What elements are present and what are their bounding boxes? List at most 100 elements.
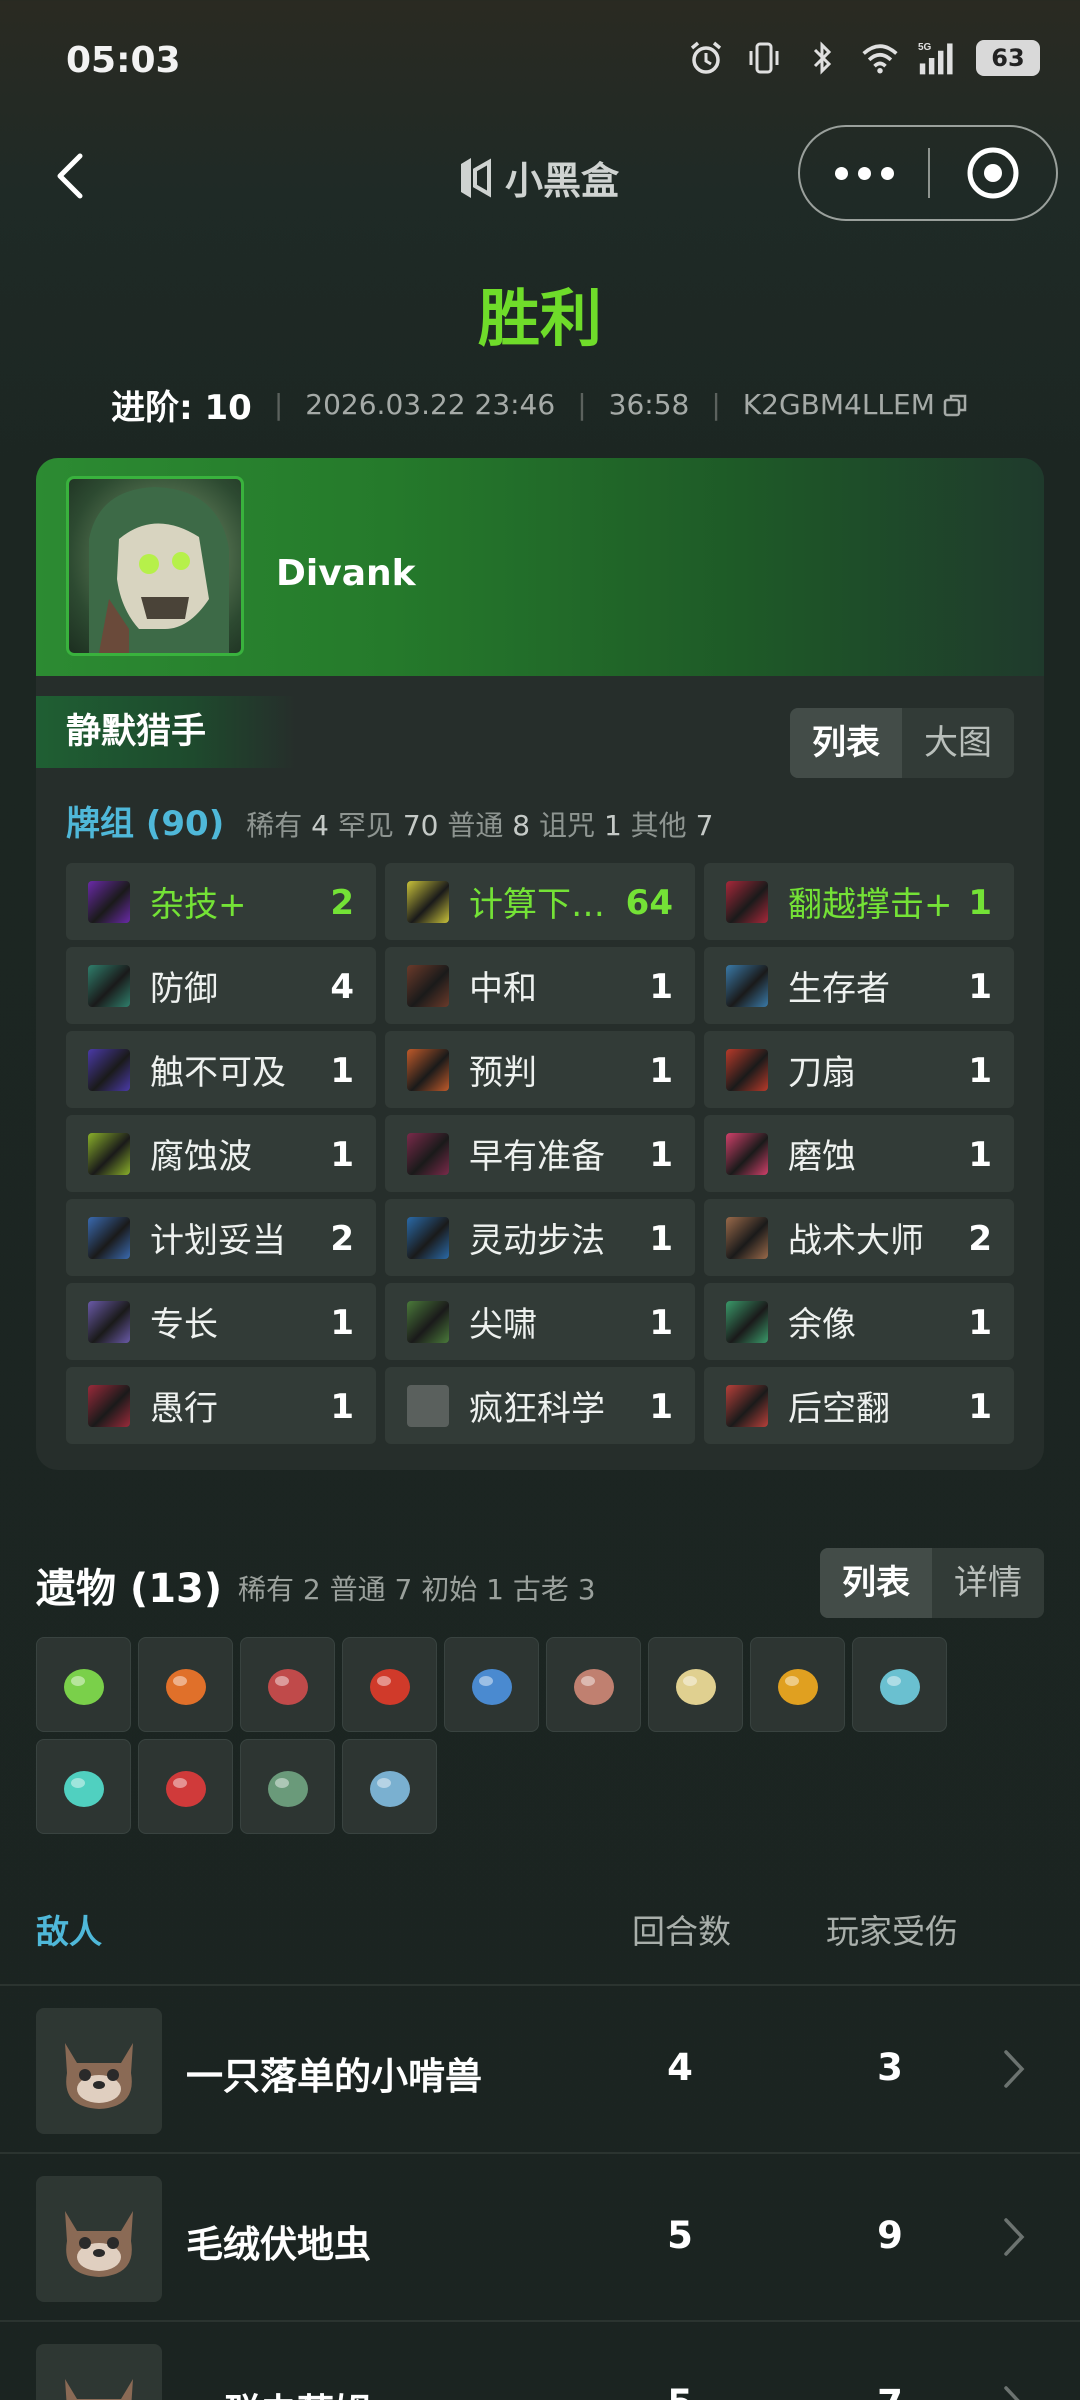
relic-slot[interactable] (546, 1637, 641, 1732)
card-count: 1 (968, 1387, 992, 1427)
deck-card-item[interactable]: 腐蚀波 1 (66, 1115, 376, 1192)
deck-card-item[interactable]: 触不可及 1 (66, 1031, 376, 1108)
match-datetime: 2026.03.22 23:46 (305, 388, 556, 421)
deck-card-item[interactable]: 灵动步法 1 (385, 1199, 695, 1276)
deck-card-item[interactable]: 生存者 1 (704, 947, 1014, 1024)
relic-slot[interactable] (36, 1739, 131, 1834)
card-art-icon (407, 1048, 449, 1091)
match-meta: 进阶: 10 | 2026.03.22 23:46 | 36:58 | K2GB… (0, 380, 1080, 429)
card-name: 灵动步法 (469, 1221, 605, 1261)
relic-slot[interactable] (444, 1637, 539, 1732)
jar-relic-icon (165, 1770, 206, 1807)
deck-card-item[interactable]: 计算下… 64 (385, 863, 695, 940)
card-art-icon (726, 1216, 768, 1259)
relics-view-toggle: 列表 详情 (820, 1548, 1044, 1618)
card-name: 计算下… (469, 885, 605, 925)
card-art-icon (88, 964, 130, 1007)
card-count: 1 (968, 967, 992, 1007)
card-name: 愚行 (150, 1389, 218, 1429)
card-art-icon (88, 1216, 130, 1259)
card-name: 战术大师 (788, 1221, 924, 1261)
copy-icon (943, 394, 967, 416)
card-count: 1 (968, 1135, 992, 1175)
enemy-avatar-icon (36, 2344, 162, 2400)
deck-card-item[interactable]: 防御 4 (66, 947, 376, 1024)
relic-slot[interactable] (240, 1637, 335, 1732)
heybox-logo-icon (461, 157, 491, 198)
scroll-relic-icon (369, 1770, 410, 1807)
card-art-icon (726, 1384, 768, 1427)
svg-text:5G: 5G (918, 42, 932, 53)
enemy-damage: 9 (877, 2214, 903, 2257)
relic-slot[interactable] (648, 1637, 743, 1732)
character-class: 静默猎手 (36, 696, 296, 768)
relic-slot[interactable] (852, 1637, 947, 1732)
list-view-button[interactable]: 列表 (790, 708, 902, 778)
gem-relic-icon (63, 1770, 104, 1807)
relic-slot[interactable] (342, 1637, 437, 1732)
relic-grid (36, 1637, 1046, 1834)
enemy-turns: 4 (667, 2046, 693, 2089)
deck-card-item[interactable]: 计划妥当 2 (66, 1199, 376, 1276)
deck-card-item[interactable]: 预判 1 (385, 1031, 695, 1108)
card-art-icon (726, 1048, 768, 1091)
card-art-icon (726, 964, 768, 1007)
deck-card-item[interactable]: 磨蚀 1 (704, 1115, 1014, 1192)
card-art-icon (726, 1132, 768, 1175)
relics-list-button[interactable]: 列表 (820, 1548, 932, 1618)
card-count: 1 (649, 1135, 673, 1175)
card-art-icon (88, 1384, 130, 1427)
teapot-relic-icon (267, 1770, 308, 1807)
deck-card-item[interactable]: 中和 1 (385, 947, 695, 1024)
close-miniprogram-button[interactable] (930, 145, 1056, 201)
card-name: 专长 (150, 1305, 218, 1345)
card-count: 1 (968, 1051, 992, 1091)
enemy-row[interactable]: 一群虫莓姆 5 7 (0, 2322, 1080, 2400)
relics-detail-button[interactable]: 详情 (932, 1548, 1044, 1618)
deck-card-item[interactable]: 尖啸 1 (385, 1283, 695, 1360)
enemy-name: 毛绒伏地虫 (186, 2223, 371, 2266)
status-bar: 05:03 5G 63 (0, 0, 1080, 120)
relic-slot[interactable] (240, 1739, 335, 1834)
deck-card-item[interactable]: 刀扇 1 (704, 1031, 1014, 1108)
card-count: 1 (330, 1135, 354, 1175)
deck-card-item[interactable]: 战术大师 2 (704, 1199, 1014, 1276)
match-seed[interactable]: K2GBM4LLEM (743, 388, 969, 421)
back-button[interactable] (40, 144, 104, 208)
deck-card-item[interactable]: 专长 1 (66, 1283, 376, 1360)
card-count: 1 (649, 1051, 673, 1091)
deck-panel: Divank 静默猎手 列表 大图 牌组 (90) 稀有 4 罕见 70 普通 … (36, 458, 1044, 1470)
enemy-avatar-icon (36, 2176, 162, 2302)
relic-slot[interactable] (138, 1637, 233, 1732)
enemy-avatar-icon (36, 2008, 162, 2134)
relic-slot[interactable] (342, 1739, 437, 1834)
relic-slot[interactable] (750, 1637, 845, 1732)
enemy-row[interactable]: 毛绒伏地虫 5 9 (0, 2154, 1080, 2322)
deck-card-item[interactable]: 愚行 1 (66, 1367, 376, 1444)
deck-view-toggle: 列表 大图 (790, 708, 1014, 778)
more-button[interactable] (800, 166, 928, 180)
card-count: 64 (625, 883, 673, 923)
deck-card-item[interactable]: 早有准备 1 (385, 1115, 695, 1192)
deck-card-item[interactable]: 疯狂科学 1 (385, 1367, 695, 1444)
relic-slot[interactable] (138, 1739, 233, 1834)
card-name: 预判 (469, 1053, 537, 1093)
ticket-relic-icon (879, 1668, 920, 1705)
enemy-row[interactable]: 一只落单的小啃兽 4 3 (0, 1986, 1080, 2154)
deck-card-item[interactable]: 翻越撑击+ 1 (704, 863, 1014, 940)
relic-slot[interactable] (36, 1637, 131, 1732)
player-banner: Divank (36, 458, 1044, 676)
deck-card-item[interactable]: 杂技+ 2 (66, 863, 376, 940)
card-name: 防御 (150, 969, 218, 1009)
large-view-button[interactable]: 大图 (902, 708, 1014, 778)
chevron-right-icon (996, 2380, 1032, 2400)
card-name: 刀扇 (788, 1053, 856, 1093)
ring-relic-icon (63, 1668, 104, 1705)
deck-card-item[interactable]: 后空翻 1 (704, 1367, 1014, 1444)
player-name: Divank (276, 553, 416, 594)
character-portrait (66, 476, 244, 656)
shell-relic-icon (165, 1668, 206, 1705)
deck-card-item[interactable]: 余像 1 (704, 1283, 1014, 1360)
card-count: 2 (968, 1219, 992, 1259)
miniprogram-capsule (798, 125, 1058, 221)
